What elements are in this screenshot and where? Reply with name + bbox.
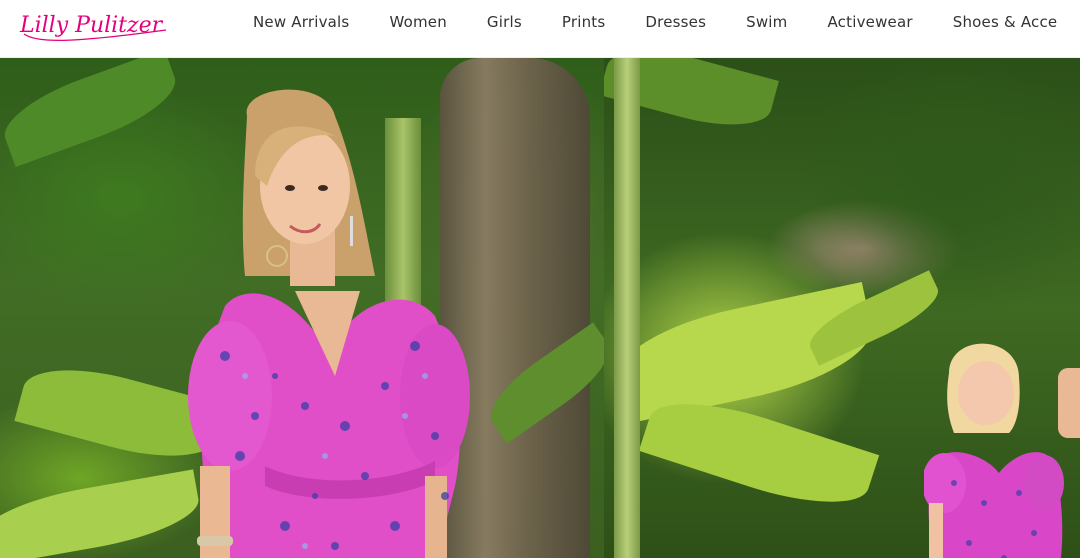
hero-image-left[interactable] — [0, 58, 604, 558]
brand-logo[interactable]: Lilly Pulitzer — [18, 4, 178, 48]
primary-nav: New Arrivals Women Girls Prints Dresses … — [253, 0, 1080, 44]
hero-image-right[interactable] — [604, 58, 1080, 558]
lilly-pulitzer-logo-script: Lilly Pulitzer — [19, 13, 167, 41]
model-woman-figure — [188, 89, 470, 558]
nav-item-prints[interactable]: Prints — [562, 13, 606, 31]
adult-hand — [1058, 368, 1080, 438]
nav-item-women[interactable]: Women — [389, 13, 446, 31]
svg-text:Lilly Pulitzer: Lilly Pulitzer — [19, 13, 164, 38]
model-girl-figure — [924, 343, 1064, 558]
nav-item-dresses[interactable]: Dresses — [645, 13, 706, 31]
nav-item-swim[interactable]: Swim — [746, 13, 787, 31]
nav-item-activewear[interactable]: Activewear — [827, 13, 912, 31]
site-header: Lilly Pulitzer New Arrivals Women Girls … — [0, 0, 1080, 58]
palm-trunk — [614, 58, 640, 558]
nav-item-girls[interactable]: Girls — [487, 13, 522, 31]
hero-banner[interactable] — [0, 58, 1080, 558]
nav-item-new-arrivals[interactable]: New Arrivals — [253, 13, 349, 31]
nav-item-shoes-accessories[interactable]: Shoes & Acce — [953, 13, 1058, 31]
